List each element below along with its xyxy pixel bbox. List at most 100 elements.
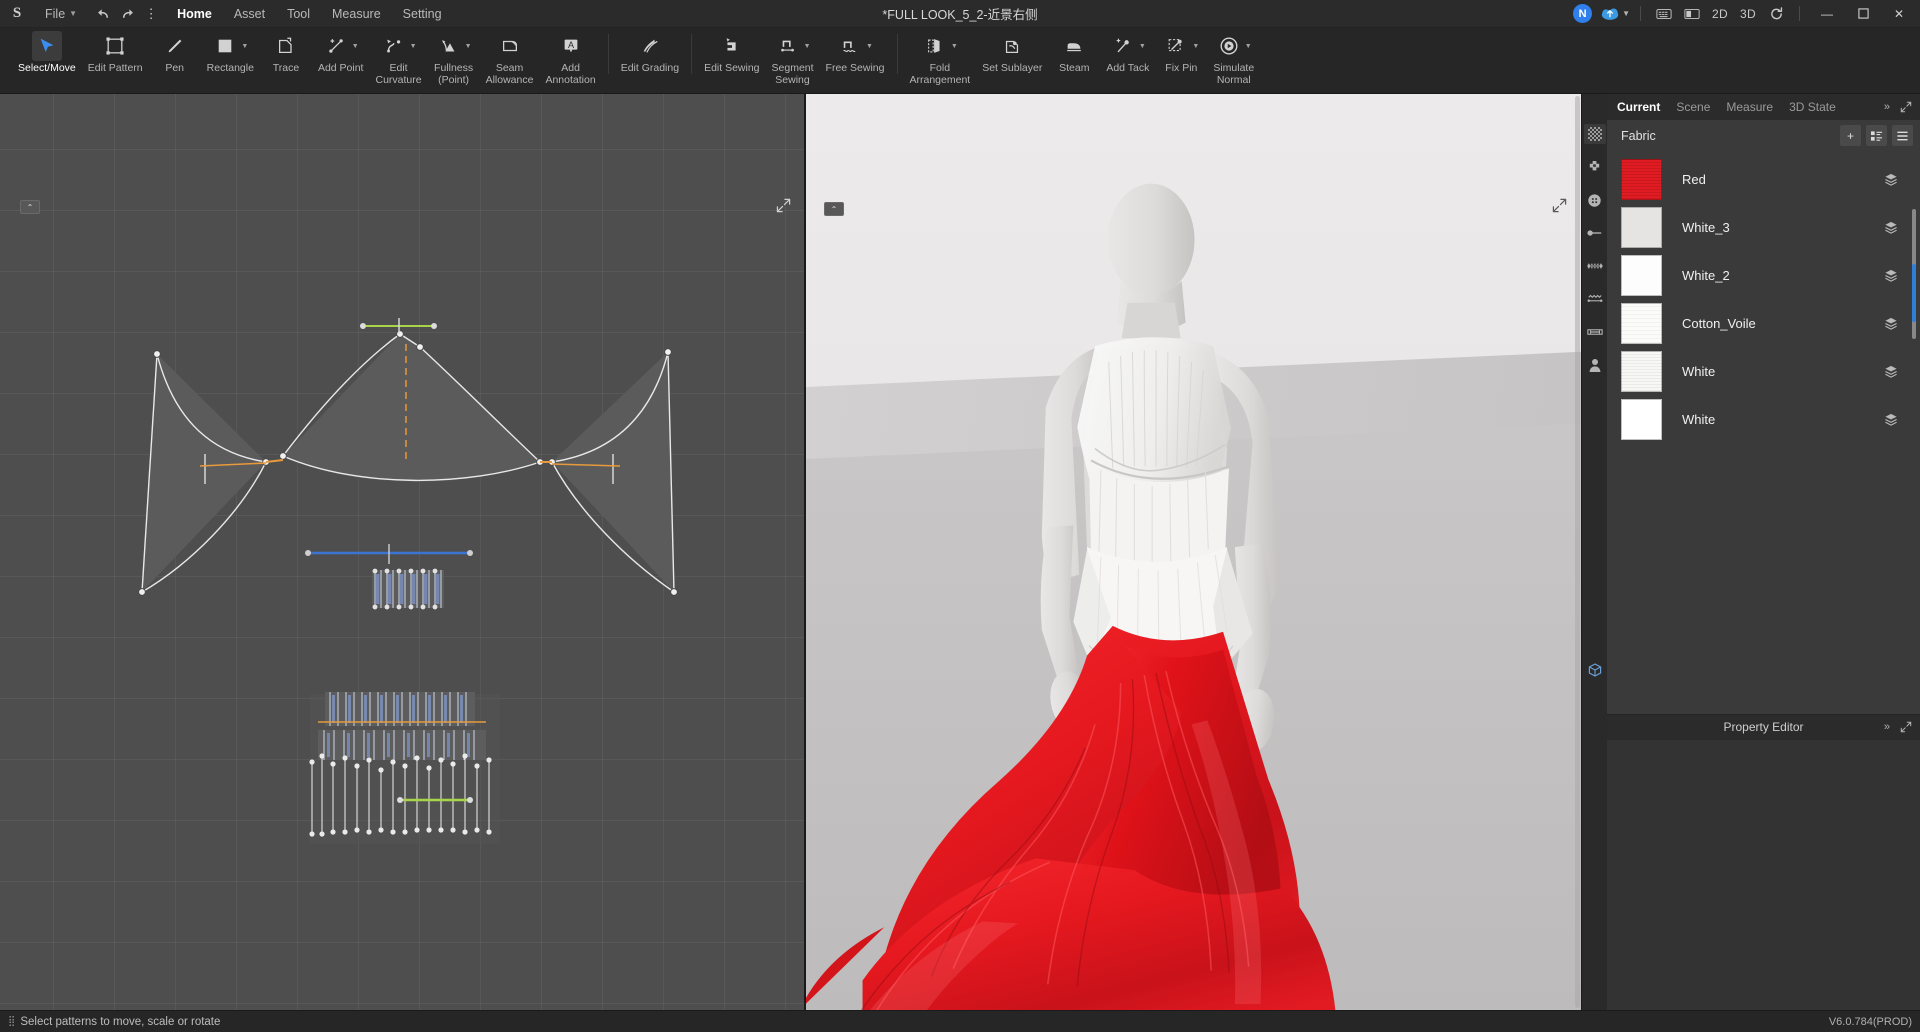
tool-trace[interactable]: Trace	[260, 28, 312, 75]
fabric-list-item[interactable]: Cotton_Voile	[1607, 299, 1920, 347]
refresh-icon[interactable]	[1763, 1, 1789, 27]
pin-line-icon[interactable]	[1584, 223, 1606, 243]
layers-icon[interactable]	[1884, 365, 1898, 378]
tab-3d-state[interactable]: 3D State	[1789, 100, 1836, 114]
fabric-list-item[interactable]: White	[1607, 395, 1920, 443]
redo-icon[interactable]	[116, 3, 138, 25]
tool-add-tack[interactable]: ▼ Add Tack	[1100, 28, 1155, 75]
fabric-texture-icon[interactable]	[1583, 124, 1606, 144]
tab-measure[interactable]: Measure	[1726, 100, 1773, 114]
menu-measure[interactable]: Measure	[321, 0, 392, 28]
chevron-down-icon[interactable]: ▼	[241, 43, 248, 50]
layers-icon[interactable]	[1884, 269, 1898, 282]
fabric-list[interactable]: Red White_3 White_2 Cotton_Voile White W…	[1607, 151, 1920, 714]
tool-simulate-normal[interactable]: ▼ Simulate Normal	[1207, 28, 1260, 86]
fabric-list-scroll-thumb[interactable]	[1912, 264, 1916, 322]
avatar[interactable]: N	[1573, 4, 1593, 23]
menu-file[interactable]: File ▼	[34, 0, 88, 28]
view-3d-button[interactable]: 3D	[1735, 1, 1761, 27]
view-2d-button[interactable]: 2D	[1707, 1, 1733, 27]
tool-set-sublayer[interactable]: Set Sublayer	[976, 28, 1048, 75]
tool-fullness-point[interactable]: ▼ Fullness (Point)	[428, 28, 480, 86]
package-3d-icon[interactable]	[1584, 660, 1606, 680]
layers-icon[interactable]	[1884, 173, 1898, 186]
tool-steam[interactable]: Steam	[1048, 28, 1100, 75]
tool-rectangle[interactable]: ▼ Rectangle	[201, 28, 260, 75]
tool-fix-pin[interactable]: ▼ Fix Pin	[1155, 28, 1207, 75]
fabric-swatch[interactable]	[1621, 158, 1662, 200]
chevron-down-icon[interactable]: ▼	[866, 43, 873, 50]
menu-asset[interactable]: Asset	[223, 0, 276, 28]
layers-icon[interactable]	[1884, 317, 1898, 330]
garment-3d-viewport[interactable]: ⌃	[806, 94, 1581, 1010]
close-button[interactable]: ✕	[1882, 0, 1916, 28]
chevron-down-icon[interactable]: ▼	[465, 43, 472, 50]
viewport-3d-scrollbar[interactable]	[1575, 96, 1580, 1008]
tool-fold-arrangement[interactable]: ▼ Fold Arrangement	[904, 28, 977, 86]
chevron-down-icon[interactable]: ▼	[951, 43, 958, 50]
more-options-icon[interactable]: ⋮	[140, 3, 162, 25]
tool-edit-pattern[interactable]: Edit Pattern	[82, 28, 149, 75]
property-editor-body[interactable]	[1607, 739, 1920, 1010]
menu-tool[interactable]: Tool	[276, 0, 321, 28]
elastic-icon[interactable]	[1584, 322, 1606, 342]
fabric-swatch[interactable]	[1621, 254, 1662, 296]
topstitch-icon[interactable]	[1584, 289, 1606, 309]
fabric-list-item[interactable]: Red	[1607, 155, 1920, 203]
fabric-list-item[interactable]: White_3	[1607, 203, 1920, 251]
cloud-upload-icon[interactable]	[1600, 6, 1620, 21]
tab-current[interactable]: Current	[1617, 100, 1660, 114]
fabric-list-item[interactable]: White_2	[1607, 251, 1920, 299]
cloud-chevron-down-icon[interactable]: ▼	[1622, 9, 1630, 18]
chevron-down-icon[interactable]: ▼	[410, 43, 417, 50]
tool-seam-allowance[interactable]: Seam Allowance	[480, 28, 540, 86]
grid-view-button[interactable]	[1866, 125, 1887, 146]
chevron-double-right-icon[interactable]: »	[1884, 721, 1890, 733]
chevron-down-icon[interactable]: ▼	[1192, 43, 1199, 50]
chevron-double-right-icon[interactable]: »	[1884, 101, 1890, 113]
add-fabric-button[interactable]: +	[1840, 125, 1861, 146]
menu-setting[interactable]: Setting	[392, 0, 453, 28]
button-snap-icon[interactable]	[1584, 157, 1606, 177]
chevron-down-icon[interactable]: ▼	[1245, 43, 1252, 50]
maximize-button[interactable]	[1846, 0, 1880, 28]
avatar-icon[interactable]	[1584, 355, 1606, 375]
layers-icon[interactable]	[1884, 413, 1898, 426]
zipper-icon[interactable]	[1584, 256, 1606, 276]
chevron-down-icon[interactable]: ▼	[804, 43, 811, 50]
fabric-swatch[interactable]	[1621, 398, 1662, 440]
expand-diagonal-icon[interactable]	[1900, 101, 1912, 113]
expand-diagonal-icon[interactable]	[1900, 721, 1912, 733]
minimize-button[interactable]: —	[1810, 0, 1844, 28]
menu-file-label: File	[45, 6, 66, 21]
tool-edit-curvature[interactable]: ▼ Edit Curvature	[369, 28, 427, 86]
title-bar: S File ▼ ⋮ Home Asset Tool Measure Setti…	[0, 0, 1920, 28]
pattern-pieces-canvas[interactable]	[0, 94, 806, 1010]
tool-pen[interactable]: Pen	[149, 28, 201, 75]
tool-free-sewing[interactable]: ▼ Free Sewing	[820, 28, 891, 75]
pattern-2d-viewport[interactable]: ⌃	[0, 94, 806, 1010]
tool-edit-grading[interactable]: Edit Grading	[615, 28, 685, 75]
keyboard-shortcut-icon[interactable]	[1651, 1, 1677, 27]
chevron-down-icon[interactable]: ▼	[352, 43, 359, 50]
viewport-3d-collapse-button[interactable]: ⌃	[824, 202, 844, 216]
fabric-swatch[interactable]	[1621, 206, 1662, 248]
layers-icon[interactable]	[1884, 221, 1898, 234]
viewport-3d-expand-icon[interactable]	[1552, 198, 1567, 213]
chevron-down-icon[interactable]: ▼	[1139, 43, 1146, 50]
layout-split-icon[interactable]	[1679, 1, 1705, 27]
menu-home[interactable]: Home	[166, 0, 223, 28]
button-icon[interactable]	[1584, 190, 1606, 210]
fabric-swatch[interactable]	[1621, 350, 1662, 392]
tool-select-move[interactable]: Select/Move	[12, 28, 82, 75]
tool-segment-sewing[interactable]: ▼ Segment Sewing	[766, 28, 820, 86]
tool-add-annotation[interactable]: A Add Annotation	[539, 28, 601, 86]
fabric-swatch[interactable]	[1621, 302, 1662, 344]
fabric-list-scrollbar[interactable]	[1912, 209, 1916, 339]
list-view-button[interactable]	[1892, 125, 1913, 146]
tool-edit-sewing[interactable]: Edit Sewing	[698, 28, 765, 75]
tab-scene[interactable]: Scene	[1676, 100, 1710, 114]
fabric-list-item[interactable]: White	[1607, 347, 1920, 395]
tool-add-point[interactable]: ▼ Add Point	[312, 28, 370, 75]
undo-icon[interactable]	[92, 3, 114, 25]
